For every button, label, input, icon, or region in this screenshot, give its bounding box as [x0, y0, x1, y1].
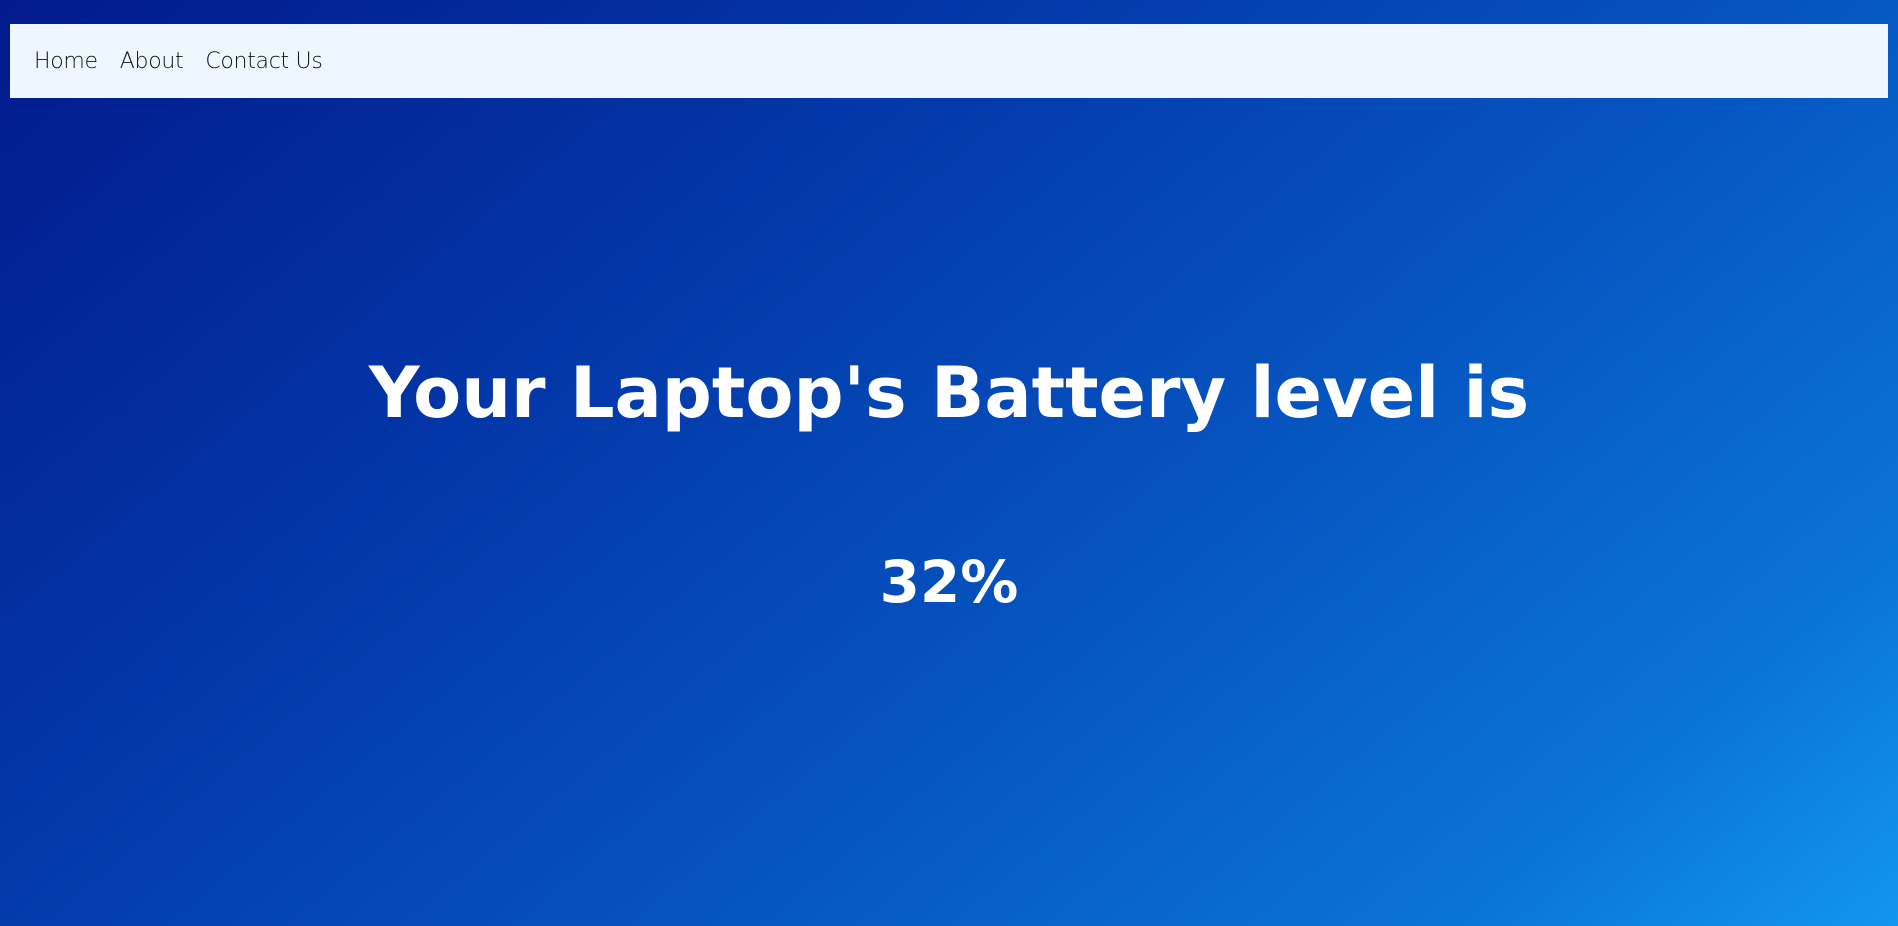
nav-link-home[interactable]: Home	[34, 49, 98, 74]
nav-link-contact-us[interactable]: Contact Us	[205, 49, 322, 74]
battery-level-value: 32%	[879, 548, 1019, 616]
battery-heading: Your Laptop's Battery level is	[368, 352, 1530, 434]
nav-link-about[interactable]: About	[120, 49, 184, 74]
top-navbar: Home About Contact Us	[10, 24, 1888, 98]
